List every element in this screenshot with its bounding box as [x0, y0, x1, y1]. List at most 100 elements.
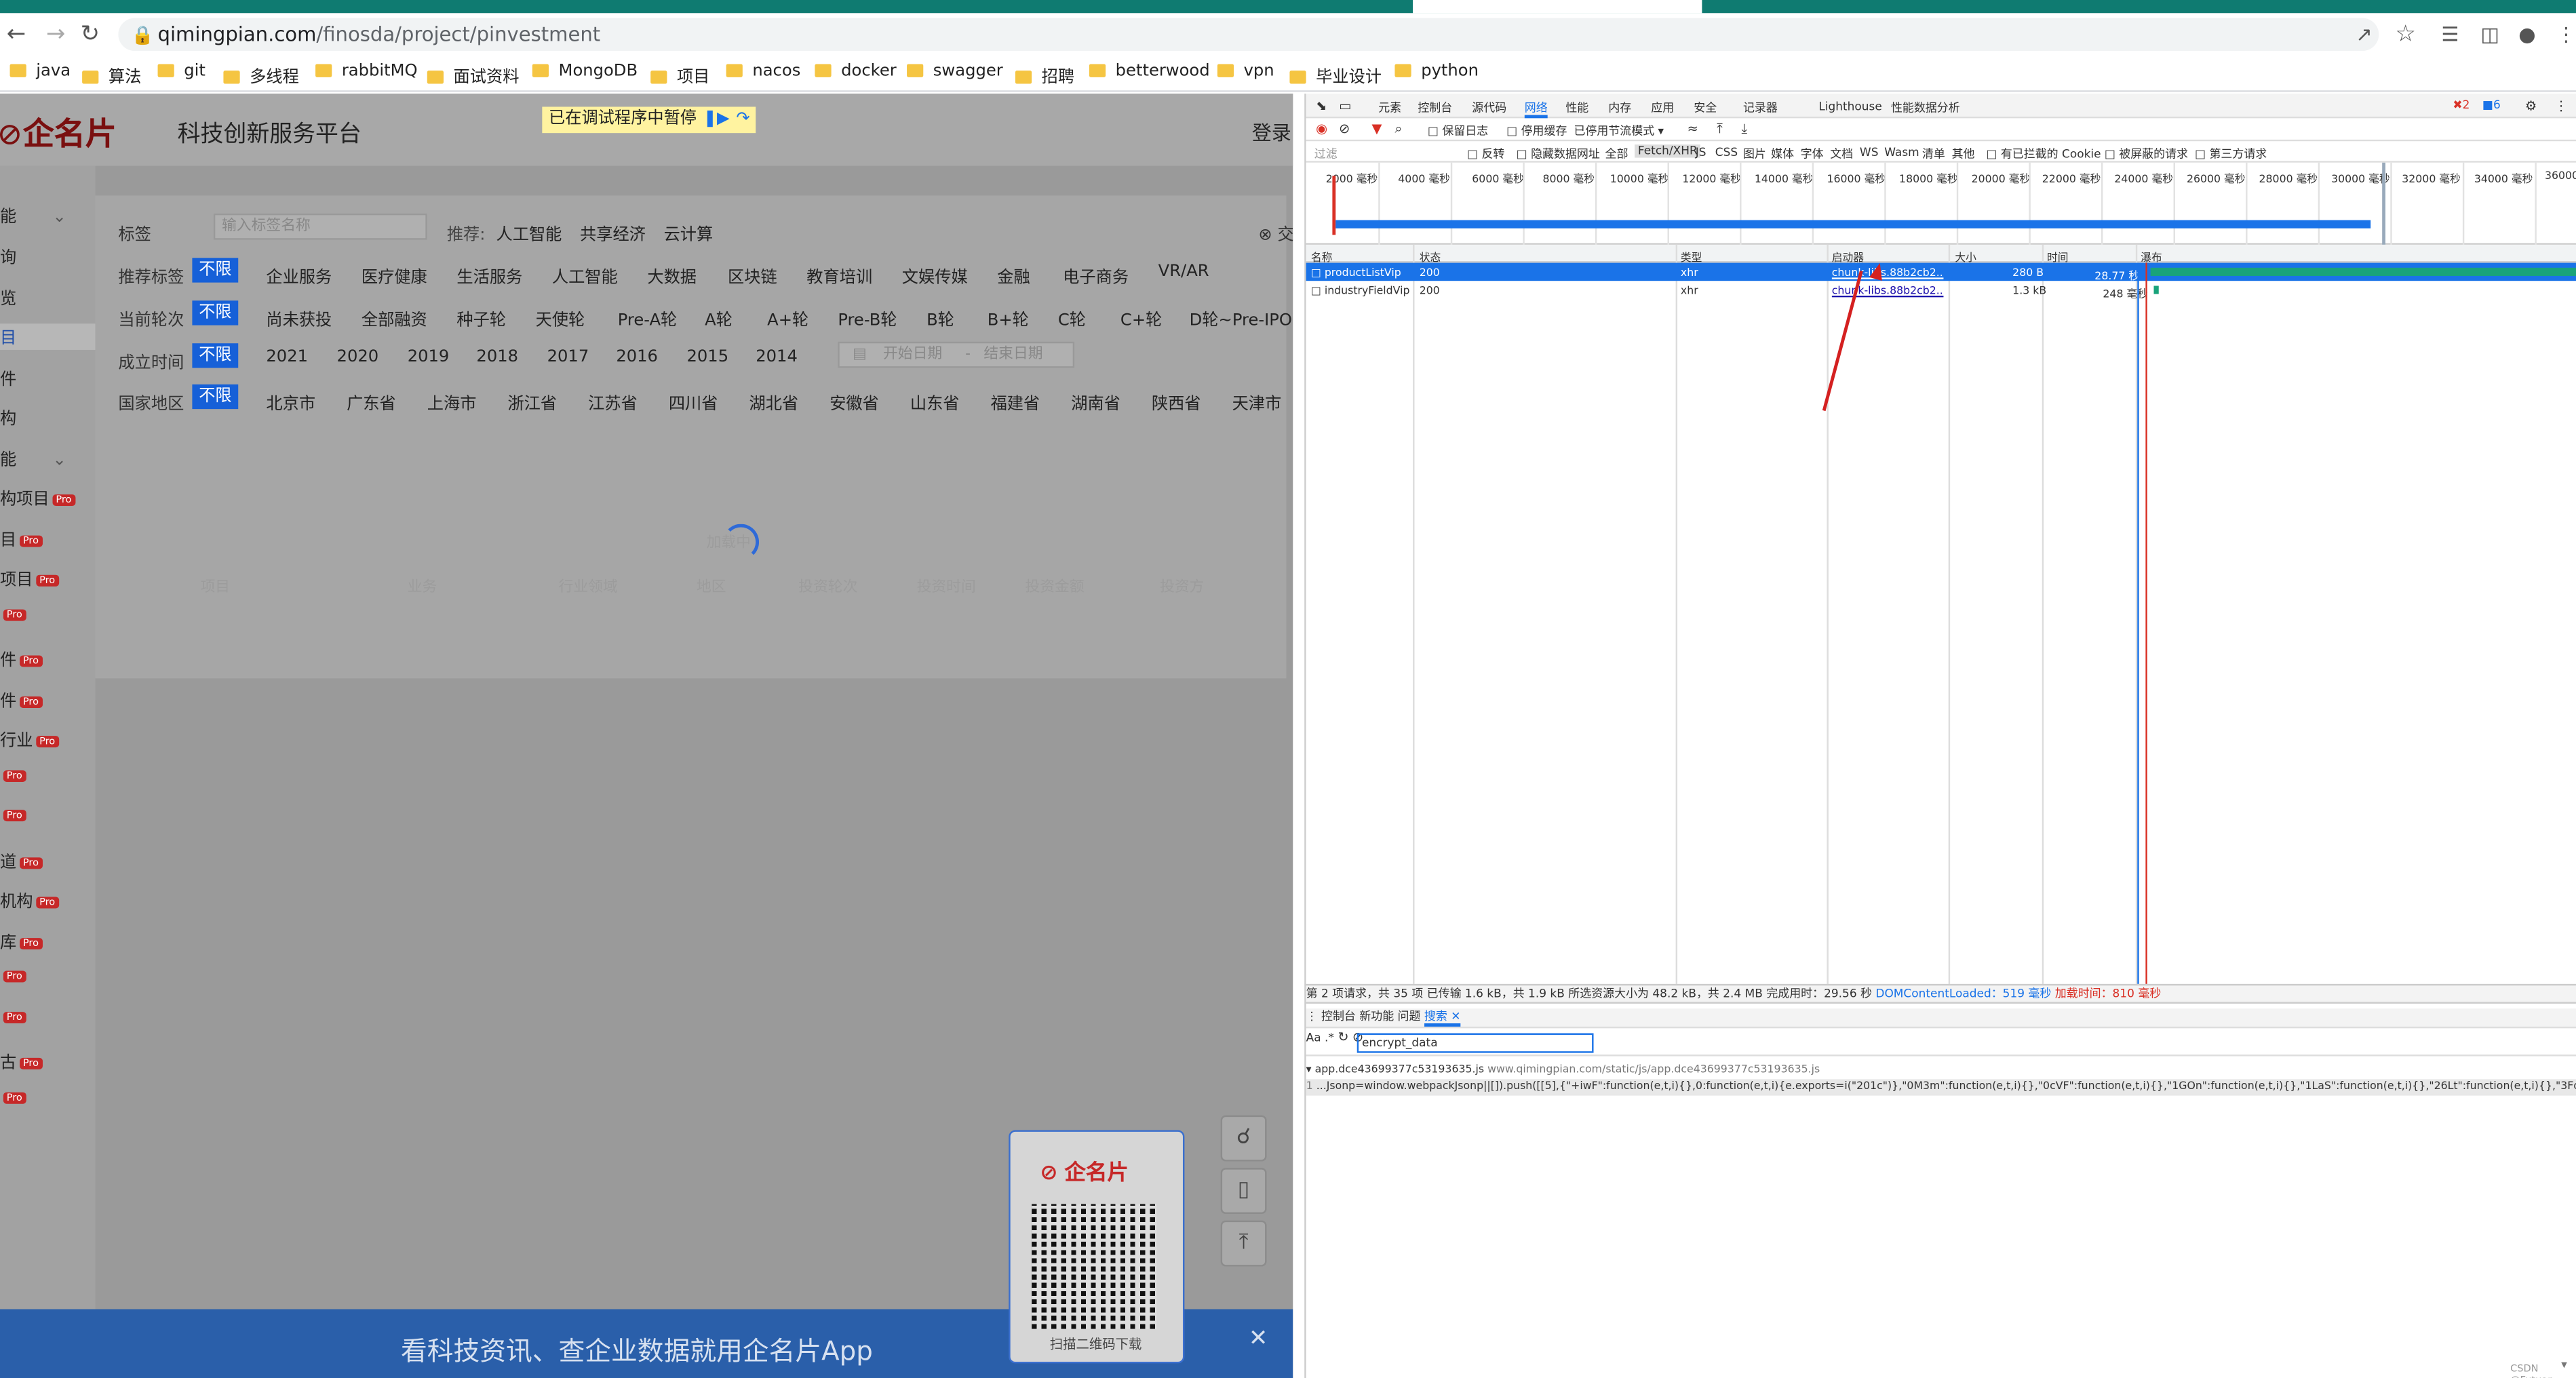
filter-option[interactable]: 2019 — [408, 349, 450, 367]
mobile-icon[interactable]: ▯ — [1220, 1168, 1267, 1215]
sidebar-item[interactable]: 行业 Pro — [0, 726, 59, 751]
filter-type[interactable]: 文档 — [1830, 146, 1853, 163]
filter-option[interactable]: B+轮 — [988, 306, 1029, 330]
sidebar-item[interactable]: 能 ⌄ — [0, 445, 66, 470]
cross-filter[interactable]: ⊗ 交集 — [1258, 220, 1293, 245]
sidebar-item[interactable]: 项目 Pro — [0, 565, 59, 590]
bookmark-item[interactable]: betterwood — [1089, 62, 1210, 85]
request-name[interactable]: □ productListVip — [1311, 266, 1401, 279]
recommend-tag[interactable]: 云计算 — [664, 220, 714, 245]
network-filter-input[interactable]: 过滤 — [1314, 146, 1338, 163]
close-icon[interactable]: ✕ — [1451, 1010, 1460, 1023]
drawer-menu-icon[interactable]: ⋮ — [1306, 1010, 1318, 1023]
filter-option-selected[interactable]: 不限 — [192, 258, 239, 283]
step-over-icon[interactable]: ↷ — [736, 106, 749, 133]
sidebar-item[interactable]: 能 ⌄ — [0, 202, 66, 227]
search-result-line[interactable]: 1 ...Jsonp=window.webpackJsonp||[]).push… — [1306, 1079, 2576, 1096]
sidebar-item[interactable]: 询 — [0, 243, 16, 268]
filter-option[interactable]: 天使轮 — [536, 306, 585, 330]
filter-option[interactable]: 天津市 — [1232, 389, 1282, 414]
filter-option[interactable]: 湖南省 — [1071, 389, 1120, 414]
filter-type[interactable]: 媒体 — [1771, 146, 1794, 163]
bookmark-item[interactable]: swagger — [907, 62, 1003, 85]
column-header[interactable]: 瀑布 — [2141, 248, 2162, 264]
filter-option[interactable]: 电子商务 — [1063, 263, 1129, 288]
filter-option[interactable]: Pre-A轮 — [618, 306, 678, 330]
download-icon[interactable]: ⤓ — [1742, 121, 1748, 138]
tab-elements[interactable]: 元素 — [1378, 100, 1401, 117]
wifi-icon[interactable]: ≈ — [1687, 121, 1698, 136]
filter-option[interactable]: 四川省 — [669, 389, 718, 414]
bookmark-item[interactable]: 面试资料 — [427, 62, 519, 87]
resume-icon[interactable]: ❚▶ — [703, 106, 730, 133]
record-icon[interactable]: ◉ — [1316, 121, 1327, 136]
tab-lighthouse[interactable]: Lighthouse — [1818, 100, 1881, 113]
tab-memory[interactable]: 内存 — [1608, 100, 1631, 117]
back-to-top-icon[interactable]: ⤒ — [1220, 1220, 1267, 1267]
table-row[interactable]: □ industryFieldVip 200 xhr chunk-libs.88… — [1306, 281, 2576, 300]
column-header[interactable]: 大小 — [1955, 248, 1976, 264]
filter-type[interactable]: □ 反转 — [1467, 146, 1504, 163]
drawer-tab-search[interactable]: 搜索 ✕ — [1424, 1010, 1461, 1027]
filter-option[interactable]: 安徽省 — [830, 389, 879, 414]
filter-option-selected[interactable]: 不限 — [192, 384, 239, 410]
request-initiator-link[interactable]: chunk-libs.88b2cb2....js — [1832, 266, 1944, 279]
filter-option[interactable]: Pre-B轮 — [838, 306, 897, 330]
filter-type[interactable]: □ 被屏蔽的请求 — [2105, 146, 2188, 163]
reading-list-icon[interactable]: ☰ — [2441, 23, 2459, 46]
filter-option[interactable]: 2015 — [686, 349, 728, 367]
disable-cache-checkbox[interactable]: □ 停用缓存 — [1506, 123, 1567, 140]
filter-type[interactable]: 字体 — [1801, 146, 1824, 163]
sidebar-item[interactable]: Pro — [0, 606, 26, 625]
bookmark-item[interactable]: java — [9, 62, 71, 85]
filter-option[interactable]: A+轮 — [767, 306, 808, 330]
sidebar-item[interactable]: Pro — [0, 968, 26, 986]
inspect-icon[interactable]: ⬊ — [1316, 98, 1327, 113]
search-result-file[interactable]: ▾ app.dce43699377c53193635.js www.qiming… — [1306, 1063, 2576, 1079]
sidebar-item[interactable]: Pro — [0, 1089, 26, 1107]
upload-icon[interactable]: ⤒ — [1717, 121, 1723, 138]
login-link[interactable]: 登录 — [1252, 118, 1291, 146]
tab-security[interactable]: 安全 — [1694, 100, 1717, 117]
column-header[interactable]: 时间 — [2047, 248, 2068, 264]
match-case-toggle[interactable]: Aa — [1306, 1031, 1321, 1044]
bookmark-item[interactable]: 招聘 — [1015, 62, 1074, 87]
tab-application[interactable]: 应用 — [1651, 100, 1674, 117]
filter-option[interactable]: C轮 — [1058, 306, 1086, 330]
bookmark-item[interactable]: git — [157, 62, 206, 85]
drawer-tab[interactable]: 问题 — [1398, 1010, 1421, 1023]
request-initiator-link[interactable]: chunk-libs.88b2cb2....js — [1832, 284, 1944, 297]
filter-option[interactable]: 金融 — [997, 263, 1030, 288]
filter-type[interactable]: 清单 — [1922, 146, 1945, 163]
filter-option[interactable]: 文娱传媒 — [902, 263, 968, 288]
site-logo[interactable]: ⊘企名片 — [0, 110, 117, 154]
filter-type[interactable]: JS — [1696, 146, 1706, 159]
date-range-picker[interactable]: ▤ 开始日期 - 结束日期 — [838, 341, 1075, 368]
filter-option[interactable]: 大数据 — [647, 263, 697, 288]
filter-type[interactable]: □ 隐藏数据网址 — [1517, 146, 1600, 163]
filter-option[interactable]: 教育培训 — [806, 263, 872, 288]
filter-option[interactable]: 生活服务 — [456, 263, 522, 288]
sidebar-item[interactable]: Pro — [0, 767, 26, 785]
filter-type[interactable]: CSS — [1715, 146, 1738, 159]
tab-recorder[interactable]: 记录器 — [1743, 100, 1778, 117]
column-header[interactable]: 名称 — [1311, 248, 1332, 264]
filter-option[interactable]: 上海市 — [427, 389, 477, 414]
filter-type[interactable]: □ 第三方请求 — [2195, 146, 2267, 163]
bookmark-item[interactable]: 毕业设计 — [1289, 62, 1382, 87]
bookmark-item[interactable]: 多线程 — [223, 62, 299, 87]
recommend-tag[interactable]: 人工智能 — [496, 220, 562, 245]
filter-option[interactable]: 医疗健康 — [362, 263, 427, 288]
bookmark-item[interactable]: 算法 — [82, 62, 141, 87]
bookmark-item[interactable]: MongoDB — [532, 62, 638, 85]
filter-option[interactable]: 尚未获投 — [266, 306, 332, 330]
bookmark-item[interactable]: python — [1394, 62, 1479, 85]
bookmark-item[interactable]: nacos — [726, 62, 800, 85]
bookmark-item[interactable]: 项目 — [650, 62, 709, 87]
filter-option[interactable]: 种子轮 — [456, 306, 506, 330]
url-bar[interactable]: 🔒 qimingpian.com/finosda/project/pinvest… — [118, 18, 2379, 52]
share-icon[interactable]: ↗ — [2356, 23, 2372, 46]
reload-icon[interactable]: ↻ — [81, 23, 100, 46]
sidebar-item[interactable]: 构项目 Pro — [0, 485, 75, 509]
filter-option[interactable]: 山东省 — [910, 389, 960, 414]
